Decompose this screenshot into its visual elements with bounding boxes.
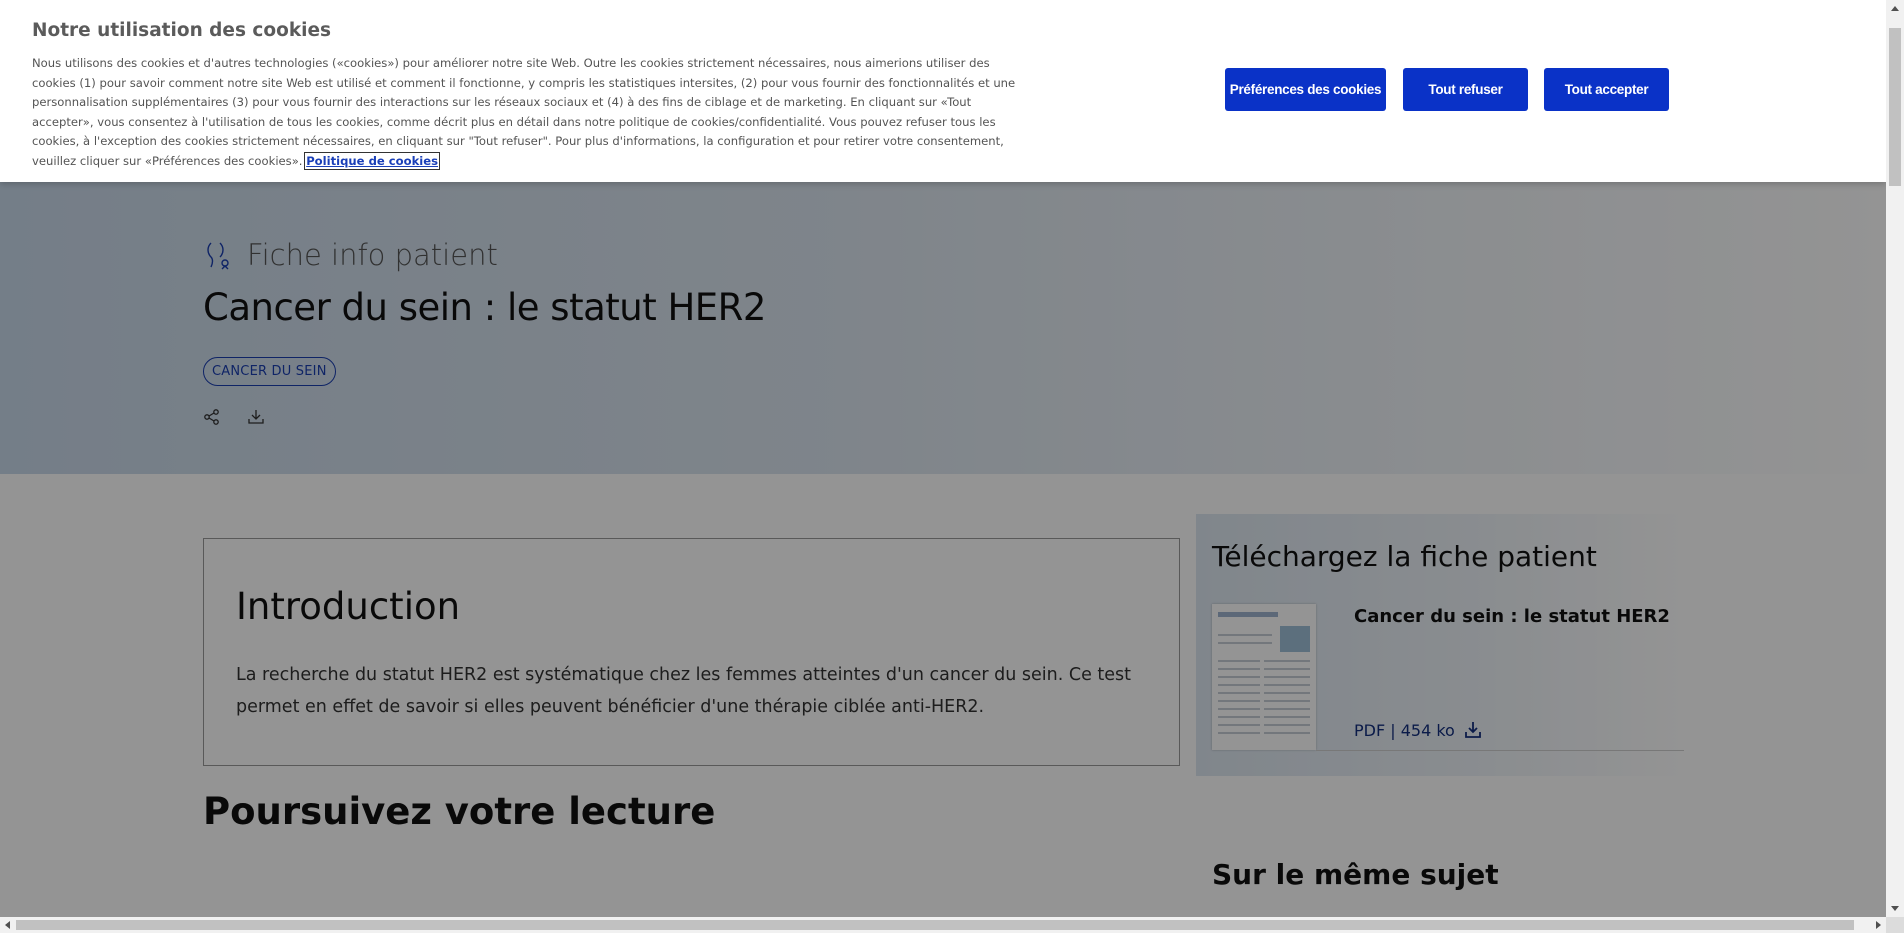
horizontal-scrollbar[interactable] xyxy=(0,917,1886,933)
cookie-banner-title: Notre utilisation des cookies xyxy=(32,20,332,41)
vertical-scrollbar[interactable] xyxy=(1886,0,1904,917)
accept-all-button[interactable]: Tout accepter xyxy=(1544,68,1669,111)
scroll-right-arrow-icon[interactable] xyxy=(1876,921,1881,929)
cookie-preferences-button[interactable]: Préférences des cookies xyxy=(1225,68,1386,111)
scroll-down-arrow-icon[interactable] xyxy=(1891,906,1899,911)
scroll-up-arrow-icon[interactable] xyxy=(1891,6,1899,11)
vertical-scroll-thumb[interactable] xyxy=(1889,28,1901,186)
cookie-banner-body: Nous utilisons des cookies et d'autres t… xyxy=(32,56,1016,168)
cookie-banner-text: Nous utilisons des cookies et d'autres t… xyxy=(32,54,1032,172)
reject-all-button[interactable]: Tout refuser xyxy=(1403,68,1528,111)
scrollbar-corner xyxy=(1886,917,1904,933)
cookie-policy-link[interactable]: Politique de cookies xyxy=(304,151,441,170)
horizontal-scroll-thumb[interactable] xyxy=(16,920,1854,930)
cookie-banner: Notre utilisation des cookies Nous utili… xyxy=(0,0,1886,182)
scroll-left-arrow-icon[interactable] xyxy=(5,921,10,929)
